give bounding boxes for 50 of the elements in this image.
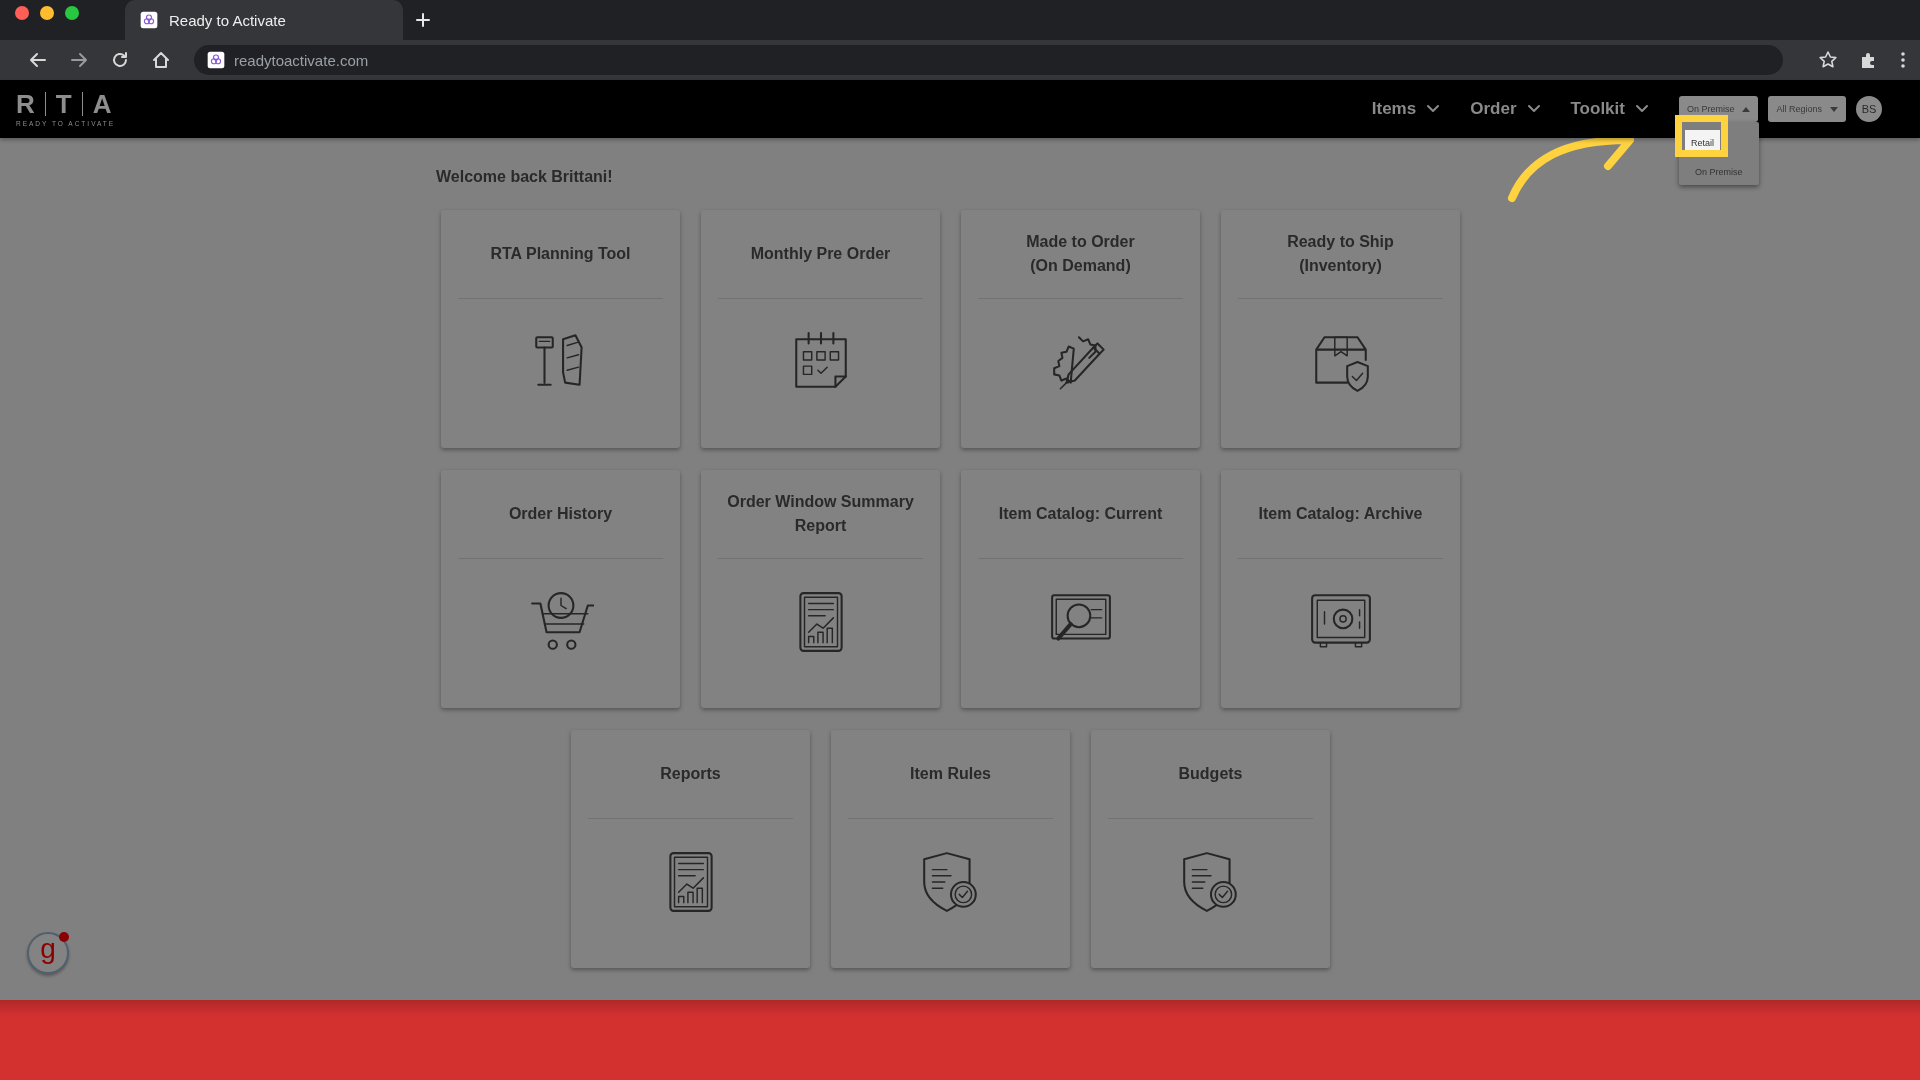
highlight-frame — [1674, 115, 1728, 157]
tile-card[interactable]: Item Catalog: Archive — [1221, 470, 1460, 708]
tile-title: RTA Planning Tool — [490, 244, 631, 264]
nav-menu[interactable]: Order — [1460, 95, 1551, 123]
welcome-heading: Welcome back Brittani! — [436, 168, 613, 186]
tile-title: Budgets — [1178, 764, 1243, 784]
window-control-icon[interactable] — [65, 6, 79, 20]
browser-tab[interactable]: Ready to Activate — [125, 0, 403, 40]
caret-up-icon — [1742, 106, 1751, 112]
bookmark-star-icon[interactable] — [1818, 50, 1838, 70]
user-avatar[interactable]: BS — [1856, 96, 1882, 122]
site-logo-icon — [139, 10, 159, 30]
caret-down-icon — [1830, 106, 1838, 112]
tile-title: Order Window Summary Report — [727, 492, 914, 536]
window-control-icon[interactable] — [40, 6, 54, 20]
tile-card[interactable]: Ready to Ship (Inventory) — [1221, 210, 1460, 448]
tile-card[interactable]: Item Rules — [831, 730, 1070, 968]
tile-title: Item Rules — [910, 764, 991, 784]
tile-card[interactable]: Monthly Pre Order — [701, 210, 940, 448]
tile-card[interactable]: Budgets — [1091, 730, 1330, 968]
chevron-down-icon — [1426, 104, 1441, 114]
reload-icon[interactable] — [110, 50, 130, 70]
tile-title: Order History — [508, 504, 613, 524]
chat-widget[interactable]: g — [27, 932, 69, 974]
home-icon[interactable] — [151, 50, 171, 70]
tile-title: Monthly Pre Order — [750, 244, 891, 264]
forward-icon[interactable] — [69, 50, 89, 70]
tile-title: Ready to Ship (Inventory) — [1287, 232, 1394, 276]
tile-title: Made to Order (On Demand) — [1026, 232, 1135, 276]
new-tab-icon[interactable] — [415, 12, 431, 28]
tile-title: Reports — [660, 764, 721, 784]
tile-card[interactable]: Order Window Summary Report — [701, 470, 940, 708]
address-field[interactable]: readytoactivate.com — [194, 45, 1783, 75]
region-dropdown[interactable]: All Regions — [1768, 96, 1846, 122]
tile-card[interactable]: Item Catalog: Current — [961, 470, 1200, 708]
site-logo-icon — [206, 50, 226, 70]
nav-menu[interactable]: Toolkit — [1560, 95, 1659, 123]
tile-card[interactable]: RTA Planning Tool — [441, 210, 680, 448]
nav-menu[interactable]: Items — [1361, 95, 1451, 123]
tile-title: Item Catalog: Current — [998, 504, 1163, 524]
menu-item[interactable]: On Premise — [1684, 165, 1753, 179]
window-control-icon[interactable] — [15, 6, 29, 20]
more-icon[interactable] — [1900, 50, 1906, 70]
tile-card[interactable]: Order History — [441, 470, 680, 708]
chevron-down-icon — [1634, 104, 1649, 114]
chevron-down-icon — [1526, 104, 1541, 114]
tile-card[interactable]: Reports — [571, 730, 810, 968]
back-icon[interactable] — [28, 50, 48, 70]
tile-title: Item Catalog: Archive — [1258, 504, 1423, 524]
tile-card[interactable]: Made to Order (On Demand) — [961, 210, 1200, 448]
